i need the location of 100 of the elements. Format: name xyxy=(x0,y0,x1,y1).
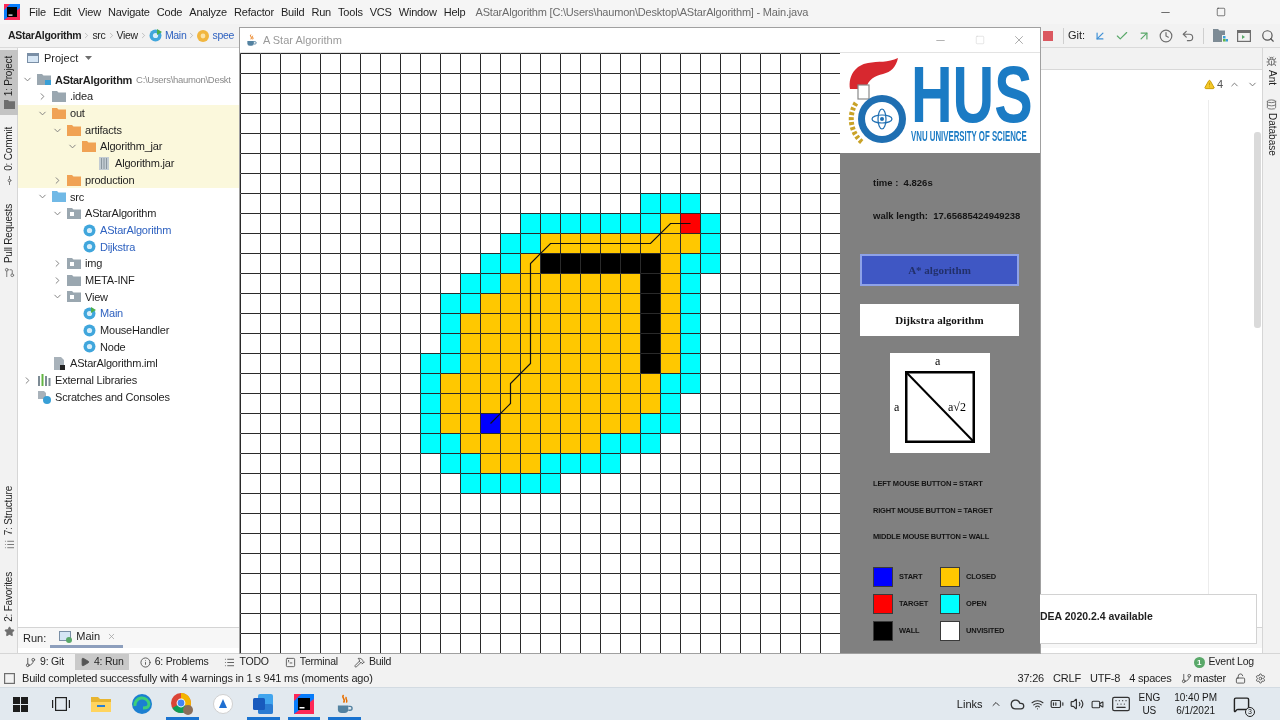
open-cell[interactable] xyxy=(460,273,481,294)
open-cell[interactable] xyxy=(440,333,461,354)
breadcrumb[interactable]: AStarAlgorithm xyxy=(8,27,82,44)
closed-cell[interactable] xyxy=(580,273,601,294)
open-cell[interactable] xyxy=(680,293,701,314)
open-cell[interactable] xyxy=(460,473,481,494)
open-cell[interactable] xyxy=(680,333,701,354)
open-cell[interactable] xyxy=(520,233,541,254)
tree-item[interactable]: Node xyxy=(18,338,240,356)
tree-item[interactable]: AStarAlgorithm xyxy=(18,221,240,239)
wall-cell[interactable] xyxy=(560,253,581,274)
tool-window-tab[interactable]: 7: Structure xyxy=(0,479,18,557)
closed-cell[interactable] xyxy=(580,233,601,254)
closed-cell[interactable] xyxy=(520,253,541,274)
open-cell[interactable] xyxy=(540,453,561,474)
event-log-button[interactable]: 1 Event Log xyxy=(1193,654,1254,670)
gear-icon[interactable] xyxy=(1255,673,1266,684)
closed-cell[interactable] xyxy=(480,393,501,414)
closed-cell[interactable] xyxy=(600,413,621,434)
closed-cell[interactable] xyxy=(540,233,561,254)
closed-cell[interactable] xyxy=(480,313,501,334)
closed-cell[interactable] xyxy=(500,413,521,434)
closed-cell[interactable] xyxy=(620,413,641,434)
open-cell[interactable] xyxy=(420,353,441,374)
status-widget[interactable]: UTF-8 xyxy=(1089,670,1121,687)
closed-cell[interactable] xyxy=(440,393,461,414)
closed-cell[interactable] xyxy=(580,333,601,354)
open-cell[interactable] xyxy=(460,293,481,314)
open-cell[interactable] xyxy=(460,453,481,474)
closed-cell[interactable] xyxy=(520,413,541,434)
closed-cell[interactable] xyxy=(460,373,481,394)
open-cell[interactable] xyxy=(680,373,701,394)
closed-cell[interactable] xyxy=(560,393,581,414)
tool-window-tab[interactable]: Ant xyxy=(1262,56,1280,85)
closed-cell[interactable] xyxy=(620,393,641,414)
closed-cell[interactable] xyxy=(640,373,661,394)
closed-cell[interactable] xyxy=(540,333,561,354)
open-cell[interactable] xyxy=(480,273,501,294)
closed-cell[interactable] xyxy=(460,433,481,454)
folder-icon[interactable] xyxy=(91,696,112,712)
wall-cell[interactable] xyxy=(580,253,601,274)
open-cell[interactable] xyxy=(560,213,581,234)
closed-cell[interactable] xyxy=(660,313,681,334)
open-cell[interactable] xyxy=(440,293,461,314)
algorithm-button[interactable]: Dijkstra algorithm xyxy=(860,304,1019,336)
closed-cell[interactable] xyxy=(500,333,521,354)
closed-cell[interactable] xyxy=(560,313,581,334)
breadcrumb[interactable]: Main xyxy=(148,27,187,44)
closed-cell[interactable] xyxy=(480,373,501,394)
closed-cell[interactable] xyxy=(580,433,601,454)
wall-cell[interactable] xyxy=(620,253,641,274)
tree-item[interactable]: MouseHandler xyxy=(18,321,240,339)
closed-cell[interactable] xyxy=(440,373,461,394)
tree-item[interactable]: View xyxy=(18,288,240,306)
closed-cell[interactable] xyxy=(480,353,501,374)
open-cell[interactable] xyxy=(440,433,461,454)
stop-icon[interactable] xyxy=(1042,30,1053,41)
tree-item[interactable]: AStarAlgorithm xyxy=(18,205,240,222)
open-cell[interactable] xyxy=(680,193,701,214)
closed-cell[interactable] xyxy=(500,393,521,414)
search-icon[interactable] xyxy=(1261,28,1275,43)
open-cell[interactable] xyxy=(600,213,621,234)
closed-cell[interactable] xyxy=(600,313,621,334)
closed-cell[interactable] xyxy=(480,293,501,314)
closed-cell[interactable] xyxy=(460,333,481,354)
closed-cell[interactable] xyxy=(480,433,501,454)
open-cell[interactable] xyxy=(420,413,441,434)
closed-cell[interactable] xyxy=(460,413,481,434)
closed-cell[interactable] xyxy=(660,273,681,294)
tool-window-button[interactable]: 6: Problems xyxy=(134,654,214,670)
input-language[interactable]: ENG xyxy=(1138,691,1161,704)
closed-cell[interactable] xyxy=(600,373,621,394)
tree-item[interactable]: Main xyxy=(18,305,240,322)
closed-cell[interactable] xyxy=(580,293,601,314)
scrollbar[interactable] xyxy=(1254,132,1261,328)
open-cell[interactable] xyxy=(640,193,661,214)
closed-cell[interactable] xyxy=(520,293,541,314)
tree-item[interactable]: External Libraries xyxy=(18,371,240,389)
open-cell[interactable] xyxy=(640,433,661,454)
status-widget[interactable]: CRLF xyxy=(1053,670,1081,687)
tree-item[interactable]: Scratches and Consoles xyxy=(18,388,240,406)
keyboard-layout[interactable]: US xyxy=(1142,704,1157,717)
menu-item[interactable]: Window xyxy=(398,3,437,21)
closed-cell[interactable] xyxy=(500,373,521,394)
closed-cell[interactable] xyxy=(540,413,561,434)
wall-cell[interactable] xyxy=(640,353,661,374)
view-selector[interactable]: Project xyxy=(27,49,93,67)
tree-item[interactable]: Dijkstra xyxy=(18,238,240,256)
target-cell[interactable] xyxy=(680,213,701,234)
closed-cell[interactable] xyxy=(660,233,681,254)
open-cell[interactable] xyxy=(580,453,601,474)
open-cell[interactable] xyxy=(520,213,541,234)
closed-cell[interactable] xyxy=(520,393,541,414)
coffee-cup-icon[interactable] xyxy=(335,693,353,715)
closed-cell[interactable] xyxy=(460,313,481,334)
closed-cell[interactable] xyxy=(520,333,541,354)
closed-cell[interactable] xyxy=(560,413,581,434)
closed-cell[interactable] xyxy=(520,373,541,394)
open-cell[interactable] xyxy=(440,353,461,374)
closed-cell[interactable] xyxy=(560,333,581,354)
